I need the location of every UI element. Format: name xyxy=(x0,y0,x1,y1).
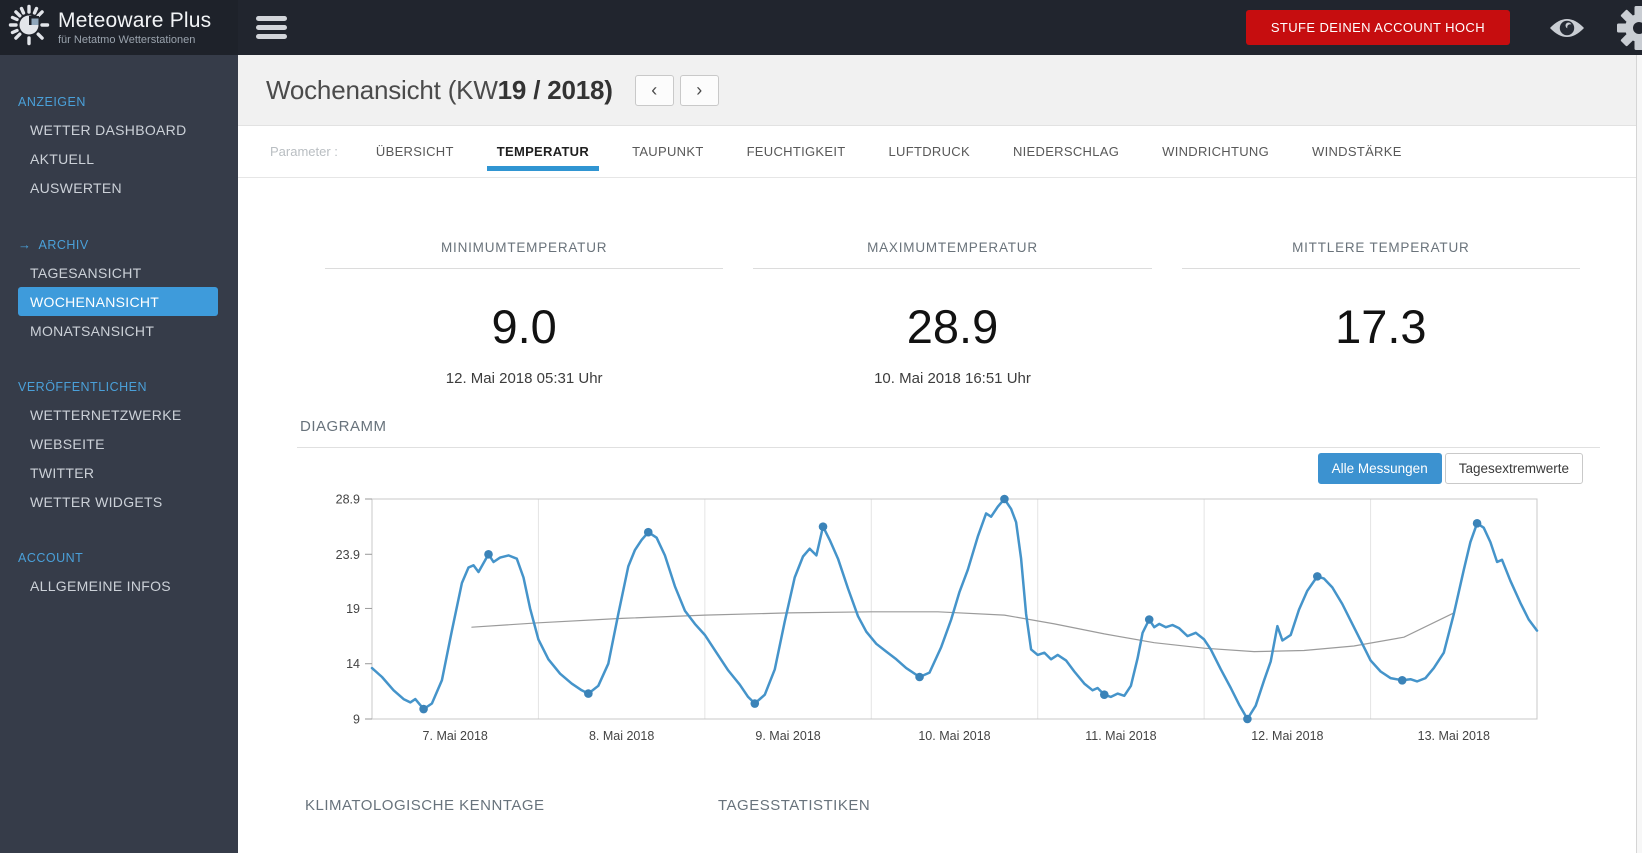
tab-luftdruck[interactable]: LUFTDRUCK xyxy=(889,126,970,177)
tab-windrichtung[interactable]: WINDRICHTUNG xyxy=(1162,126,1269,177)
main-content: Wochenansicht (KW19 / 2018) ‹ › Paramete… xyxy=(238,55,1636,853)
next-week-button[interactable]: › xyxy=(679,74,719,106)
gear-icon[interactable] xyxy=(1616,5,1642,51)
stat-minimumtemperatur: MINIMUMTEMPERATUR 9.0 12. Mai 2018 05:31 U… xyxy=(325,240,724,388)
chart-mode-button-tagesextremwerte[interactable]: Tagesextremwerte xyxy=(1444,453,1583,484)
svg-text:28.9: 28.9 xyxy=(336,493,360,507)
svg-text:9. Mai 2018: 9. Mai 2018 xyxy=(755,729,820,743)
sidebar-item-wetter-dashboard[interactable]: WETTER DASHBOARD xyxy=(0,115,238,144)
svg-text:8. Mai 2018: 8. Mai 2018 xyxy=(589,729,654,743)
tab-temperatur[interactable]: TEMPERATUR xyxy=(486,126,600,177)
nav-group-archiv: → ARCHIV TAGESANSICHT WOCHENANSICHT MONATSAN… xyxy=(0,231,238,345)
stat-label: MAXIMUMTEMPERATUR xyxy=(753,240,1152,269)
sidebar-item-monatsansicht[interactable]: MONATSANSICHT xyxy=(0,316,238,345)
stat-label: MINIMUMTEMPERATUR xyxy=(325,240,724,269)
week-navigation: ‹ › xyxy=(634,74,719,106)
nav-group-anzeigen: ANZEIGEN WETTER DASHBOARD AKTUELL AUSWERTEN xyxy=(0,89,238,202)
svg-text:10. Mai 2018: 10. Mai 2018 xyxy=(918,729,990,743)
sidebar-item-allgemeine-infos[interactable]: ALLGEMEINE INFOS xyxy=(0,571,238,600)
temperature-chart[interactable]: 9 14 19 23.9 28.9 7. Mai 2018 8. Mai 2018 9. Ma… xyxy=(238,489,1608,745)
stat-label: MITTLERE TEMPERATUR xyxy=(1181,240,1580,269)
tab-taupunkt[interactable]: TAUPUNKT xyxy=(632,126,704,177)
sun-logo-icon xyxy=(8,4,50,51)
chevron-right-icon: › xyxy=(696,80,703,100)
stat-value: 17.3 xyxy=(1335,300,1427,353)
scrollbar[interactable] xyxy=(1636,55,1642,853)
nav-group-veroffentlichen: VERÖFFENTLICHEN WETTERNETZWERKE WEBSEITE TW… xyxy=(0,374,238,516)
tab-windstarke[interactable]: WINDSTÄRKE xyxy=(1312,126,1402,177)
svg-text:12. Mai 2018: 12. Mai 2018 xyxy=(1251,729,1323,743)
nav-section-heading-anzeigen: ANZEIGEN xyxy=(18,95,86,109)
sidebar-item-wetter-widgets[interactable]: WETTER WIDGETS xyxy=(0,487,238,516)
parameter-label: Parameter : xyxy=(270,144,338,159)
stat-mittlere-temperatur: MITTLERE TEMPERATUR 17.3 xyxy=(1181,240,1580,388)
stat-timestamp: 10. Mai 2018 16:51 Uhr xyxy=(874,370,1031,387)
nav-section-heading-veroffentlichen: VERÖFFENTLICHEN xyxy=(18,380,148,394)
tab-feuchtigkeit[interactable]: FEUCHTIGKEIT xyxy=(747,126,846,177)
chevron-left-icon: ‹ xyxy=(651,80,658,100)
parameter-tabs: ÜBERSICHT TEMPERATUR TAUPUNKT FEUCHTIGKEIT L… xyxy=(376,126,1402,177)
chart-controls: Alle Messungen Tagesextremwerte xyxy=(238,453,1583,484)
nav-section-heading-account: ACCOUNT xyxy=(18,551,84,565)
sidebar-item-aktuell[interactable]: AKTUELL xyxy=(0,144,238,173)
tab-niederschlag[interactable]: NIEDERSCHLAG xyxy=(1013,126,1119,177)
sidebar-item-twitter[interactable]: TWITTER xyxy=(0,458,238,487)
tab-ubersicht[interactable]: ÜBERSICHT xyxy=(376,126,454,177)
brand-title: Meteoware Plus xyxy=(58,9,212,32)
section-heading-tagesstatistiken: TAGESSTATISTIKEN xyxy=(718,797,871,814)
sidebar-nav: ANZEIGEN WETTER DASHBOARD AKTUELL AUSWERTEN… xyxy=(0,55,238,853)
section-heading-klimatologische-kenntage: KLIMATOLOGISCHE KENNTAGE xyxy=(305,797,545,814)
chart-wrap: 9 14 19 23.9 28.9 7. Mai 2018 8. Mai 2018 9. Ma… xyxy=(238,489,1636,745)
active-section-arrow-icon: → xyxy=(18,237,32,252)
nav-group-account: ACCOUNT ALLGEMEINE INFOS xyxy=(0,545,238,600)
svg-text:9: 9 xyxy=(353,713,360,727)
svg-text:14: 14 xyxy=(346,657,360,671)
stat-value: 9.0 xyxy=(491,300,557,353)
page-header: Wochenansicht (KW19 / 2018) ‹ › xyxy=(238,55,1636,126)
stat-maximumtemperatur: MAXIMUMTEMPERATUR 28.9 10. Mai 2018 16:51 … xyxy=(753,240,1152,388)
sidebar-item-webseite[interactable]: WEBSEITE xyxy=(0,429,238,458)
svg-text:19: 19 xyxy=(346,602,360,616)
sidebar-item-tagesansicht[interactable]: TAGESANSICHT xyxy=(0,258,238,287)
brand-subtitle: für Netatmo Wetterstationen xyxy=(58,34,196,46)
sidebar-item-auswerten[interactable]: AUSWERTEN xyxy=(0,173,238,202)
svg-text:7. Mai 2018: 7. Mai 2018 xyxy=(423,729,488,743)
diagram-divider xyxy=(297,447,1600,448)
brand[interactable]: Meteoware Plus für Netatmo Wetterstation… xyxy=(0,0,238,55)
svg-text:13. Mai 2018: 13. Mai 2018 xyxy=(1418,729,1490,743)
stat-timestamp: 12. Mai 2018 05:31 Uhr xyxy=(445,370,603,387)
app-root: Meteoware Plus für Netatmo Wetterstation… xyxy=(0,0,1642,853)
sidebar-item-wetternetzwerke[interactable]: WETTERNETZWERKE xyxy=(0,400,238,429)
eye-icon[interactable] xyxy=(1548,15,1586,41)
nav-section-heading-archiv: → ARCHIV xyxy=(18,237,89,252)
previous-week-button[interactable]: ‹ xyxy=(634,74,674,106)
page-title: Wochenansicht (KW19 / 2018) xyxy=(266,74,613,105)
hamburger-menu-icon[interactable] xyxy=(252,6,291,49)
upgrade-account-button[interactable]: STUFE DEINEN ACCOUNT HOCH xyxy=(1245,10,1510,45)
svg-text:23.9: 23.9 xyxy=(336,548,360,562)
stat-timestamp xyxy=(1182,370,1580,388)
stat-value: 28.9 xyxy=(906,300,999,353)
topbar: Meteoware Plus für Netatmo Wetterstation… xyxy=(0,0,1642,55)
diagram-heading: DIAGRAMM xyxy=(300,418,387,435)
chart-mode-button-alle-messungen[interactable]: Alle Messungen xyxy=(1317,453,1442,484)
bottom-sections: KLIMATOLOGISCHE KENNTAGE TAGESSTATISTIKEN xyxy=(305,797,1636,814)
stats-row: MINIMUMTEMPERATUR 9.0 12. Mai 2018 05:31 U… xyxy=(325,240,1580,388)
svg-text:11. Mai 2018: 11. Mai 2018 xyxy=(1085,729,1156,743)
sidebar-item-wochenansicht[interactable]: WOCHENANSICHT xyxy=(18,287,218,316)
parameter-tab-bar: Parameter : ÜBERSICHT TEMPERATUR TAUPUNKT F… xyxy=(238,126,1636,178)
